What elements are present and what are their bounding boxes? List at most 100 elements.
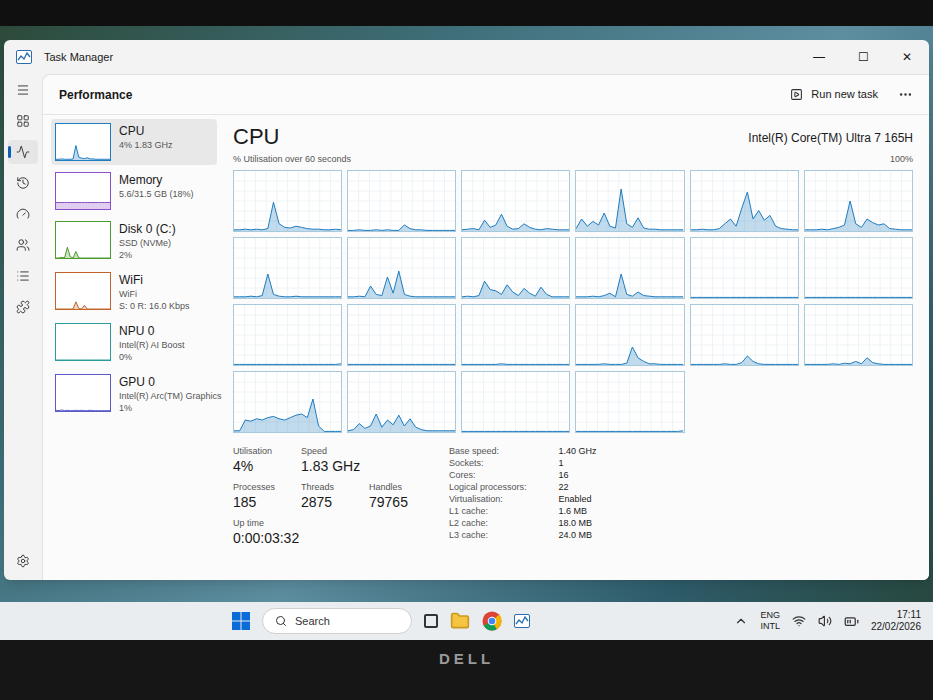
run-task-icon	[790, 88, 803, 101]
stat: Handles79765	[369, 481, 417, 511]
spec-value: 16	[559, 469, 597, 481]
header-bar: PerformanceRun new task	[43, 75, 929, 115]
battery-icon[interactable]	[844, 614, 859, 629]
core-chart	[576, 171, 683, 231]
spec-label: L1 cache:	[449, 505, 527, 517]
nav-item[interactable]	[8, 264, 38, 288]
nav-icon	[16, 269, 30, 283]
nav-item[interactable]	[8, 109, 38, 133]
resource-detail: 0%	[119, 351, 185, 363]
core-chart	[576, 305, 683, 365]
nav-icon	[16, 83, 30, 97]
resource-detail: 5.6/31.5 GB (18%)	[119, 188, 194, 200]
spec-label: Virtualisation:	[449, 493, 527, 505]
tray-chevron-icon[interactable]	[734, 614, 748, 628]
nav-icon	[16, 114, 30, 128]
resource-detail: 2%	[119, 249, 176, 261]
nav-item[interactable]	[8, 140, 38, 164]
task-manager-window: Task Manager —☐✕PerformanceRun new taskCP…	[4, 40, 929, 580]
resource-name: WiFi	[119, 273, 190, 288]
cpu-model: Intel(R) Core(TM) Ultra 7 165H	[748, 129, 913, 151]
nav-item[interactable]	[8, 171, 38, 195]
core-graph	[575, 371, 684, 433]
resource-item[interactable]: CPU4% 1.83 GHz	[51, 119, 217, 165]
gear-icon[interactable]	[16, 554, 30, 568]
nav-icon	[16, 176, 30, 190]
run-new-task-button[interactable]: Run new task	[782, 82, 886, 107]
windows-logo-icon[interactable]	[232, 612, 250, 630]
task-view-icon[interactable]	[424, 614, 438, 628]
dell-logo: DELL	[439, 648, 494, 671]
task-manager-icon	[16, 50, 32, 64]
core-graph	[347, 304, 456, 366]
core-graph	[461, 371, 570, 433]
core-chart	[576, 238, 683, 298]
nav-item[interactable]	[8, 233, 38, 257]
spec-value: 18.0 MB	[559, 517, 597, 529]
resource-item[interactable]: WiFiWiFiS: 0 R: 16.0 Kbps	[51, 268, 217, 316]
window-control-button[interactable]: ☐	[841, 40, 885, 74]
window-control-button[interactable]: —	[797, 40, 841, 74]
window-control-button[interactable]: ✕	[885, 40, 929, 74]
language-indicator[interactable]: ENGINTL	[760, 610, 780, 632]
desktop: Task Manager —☐✕PerformanceRun new taskCP…	[0, 26, 933, 640]
stat: Up time0:00:03:32	[233, 517, 299, 547]
spec-label: Base speed:	[449, 445, 527, 457]
resource-detail: Intel(R) AI Boost	[119, 339, 185, 351]
laptop-photo: Task Manager —☐✕PerformanceRun new taskCP…	[0, 0, 933, 700]
spec-value: 22	[559, 481, 597, 493]
resource-item[interactable]: NPU 0Intel(R) AI Boost0%	[51, 319, 217, 367]
taskbar: Search ENGINTL 17:1122/02/2026	[0, 602, 933, 640]
resource-item[interactable]: Disk 0 (C:)SSD (NVMe)2%	[51, 217, 217, 265]
spec-value: 24.0 MB	[559, 529, 597, 541]
nav-rail	[4, 74, 42, 580]
window-title: Task Manager	[44, 49, 113, 66]
more-icon[interactable]	[898, 87, 913, 102]
stat: Threads2875	[301, 481, 349, 511]
resource-chart	[56, 124, 110, 160]
volume-icon[interactable]	[818, 614, 832, 628]
spec-label: Sockets:	[449, 457, 527, 469]
nav-icon	[16, 300, 30, 314]
search-box[interactable]: Search	[262, 608, 412, 634]
clock[interactable]: 17:1122/02/2026	[871, 609, 921, 633]
resource-thumbnail	[55, 374, 111, 412]
resource-thumbnail	[55, 272, 111, 310]
file-explorer-icon[interactable]	[450, 611, 470, 631]
task-manager-taskbar-icon	[514, 614, 530, 628]
resource-thumbnail	[55, 123, 111, 161]
title-bar: Task Manager —☐✕	[4, 40, 929, 74]
nav-item[interactable]	[8, 202, 38, 226]
stats-section: Utilisation4%Speed1.83 GHzProcesses185Th…	[233, 445, 913, 547]
resource-chart	[56, 173, 110, 209]
wifi-icon[interactable]	[792, 614, 806, 628]
core-chart	[234, 372, 341, 432]
content-panel: PerformanceRun new taskCPU4% 1.83 GHzMem…	[42, 74, 929, 580]
core-graph	[461, 304, 570, 366]
resource-thumbnail	[55, 221, 111, 259]
resource-item[interactable]: GPU 0Intel(R) Arc(TM) Graphics1%	[51, 370, 217, 418]
core-chart	[691, 171, 798, 231]
core-graph	[575, 170, 684, 232]
core-graph	[233, 304, 342, 366]
nav-item[interactable]	[8, 78, 38, 102]
core-graph	[575, 304, 684, 366]
top-bezel	[0, 0, 933, 26]
stats-row: Processes185Threads2875Handles79765	[233, 481, 417, 511]
resource-name: Disk 0 (C:)	[119, 222, 176, 237]
nav-icon	[16, 207, 30, 221]
core-graph	[690, 304, 799, 366]
axis-max: 100%	[890, 153, 913, 167]
resource-item[interactable]: Memory5.6/31.5 GB (18%)	[51, 168, 217, 214]
chrome-icon[interactable]	[482, 611, 502, 631]
core-graph	[804, 170, 913, 232]
resource-detail: Intel(R) Arc(TM) Graphics	[119, 390, 213, 402]
selection-indicator	[8, 146, 11, 158]
cpu-panel: CPUIntel(R) Core(TM) Ultra 7 165H% Utili…	[221, 115, 929, 580]
spec-value: 1	[559, 457, 597, 469]
nav-item[interactable]	[8, 295, 38, 319]
core-chart	[348, 171, 455, 231]
resource-detail: WiFi	[119, 288, 190, 300]
core-chart	[462, 171, 569, 231]
spec-label: L2 cache:	[449, 517, 527, 529]
